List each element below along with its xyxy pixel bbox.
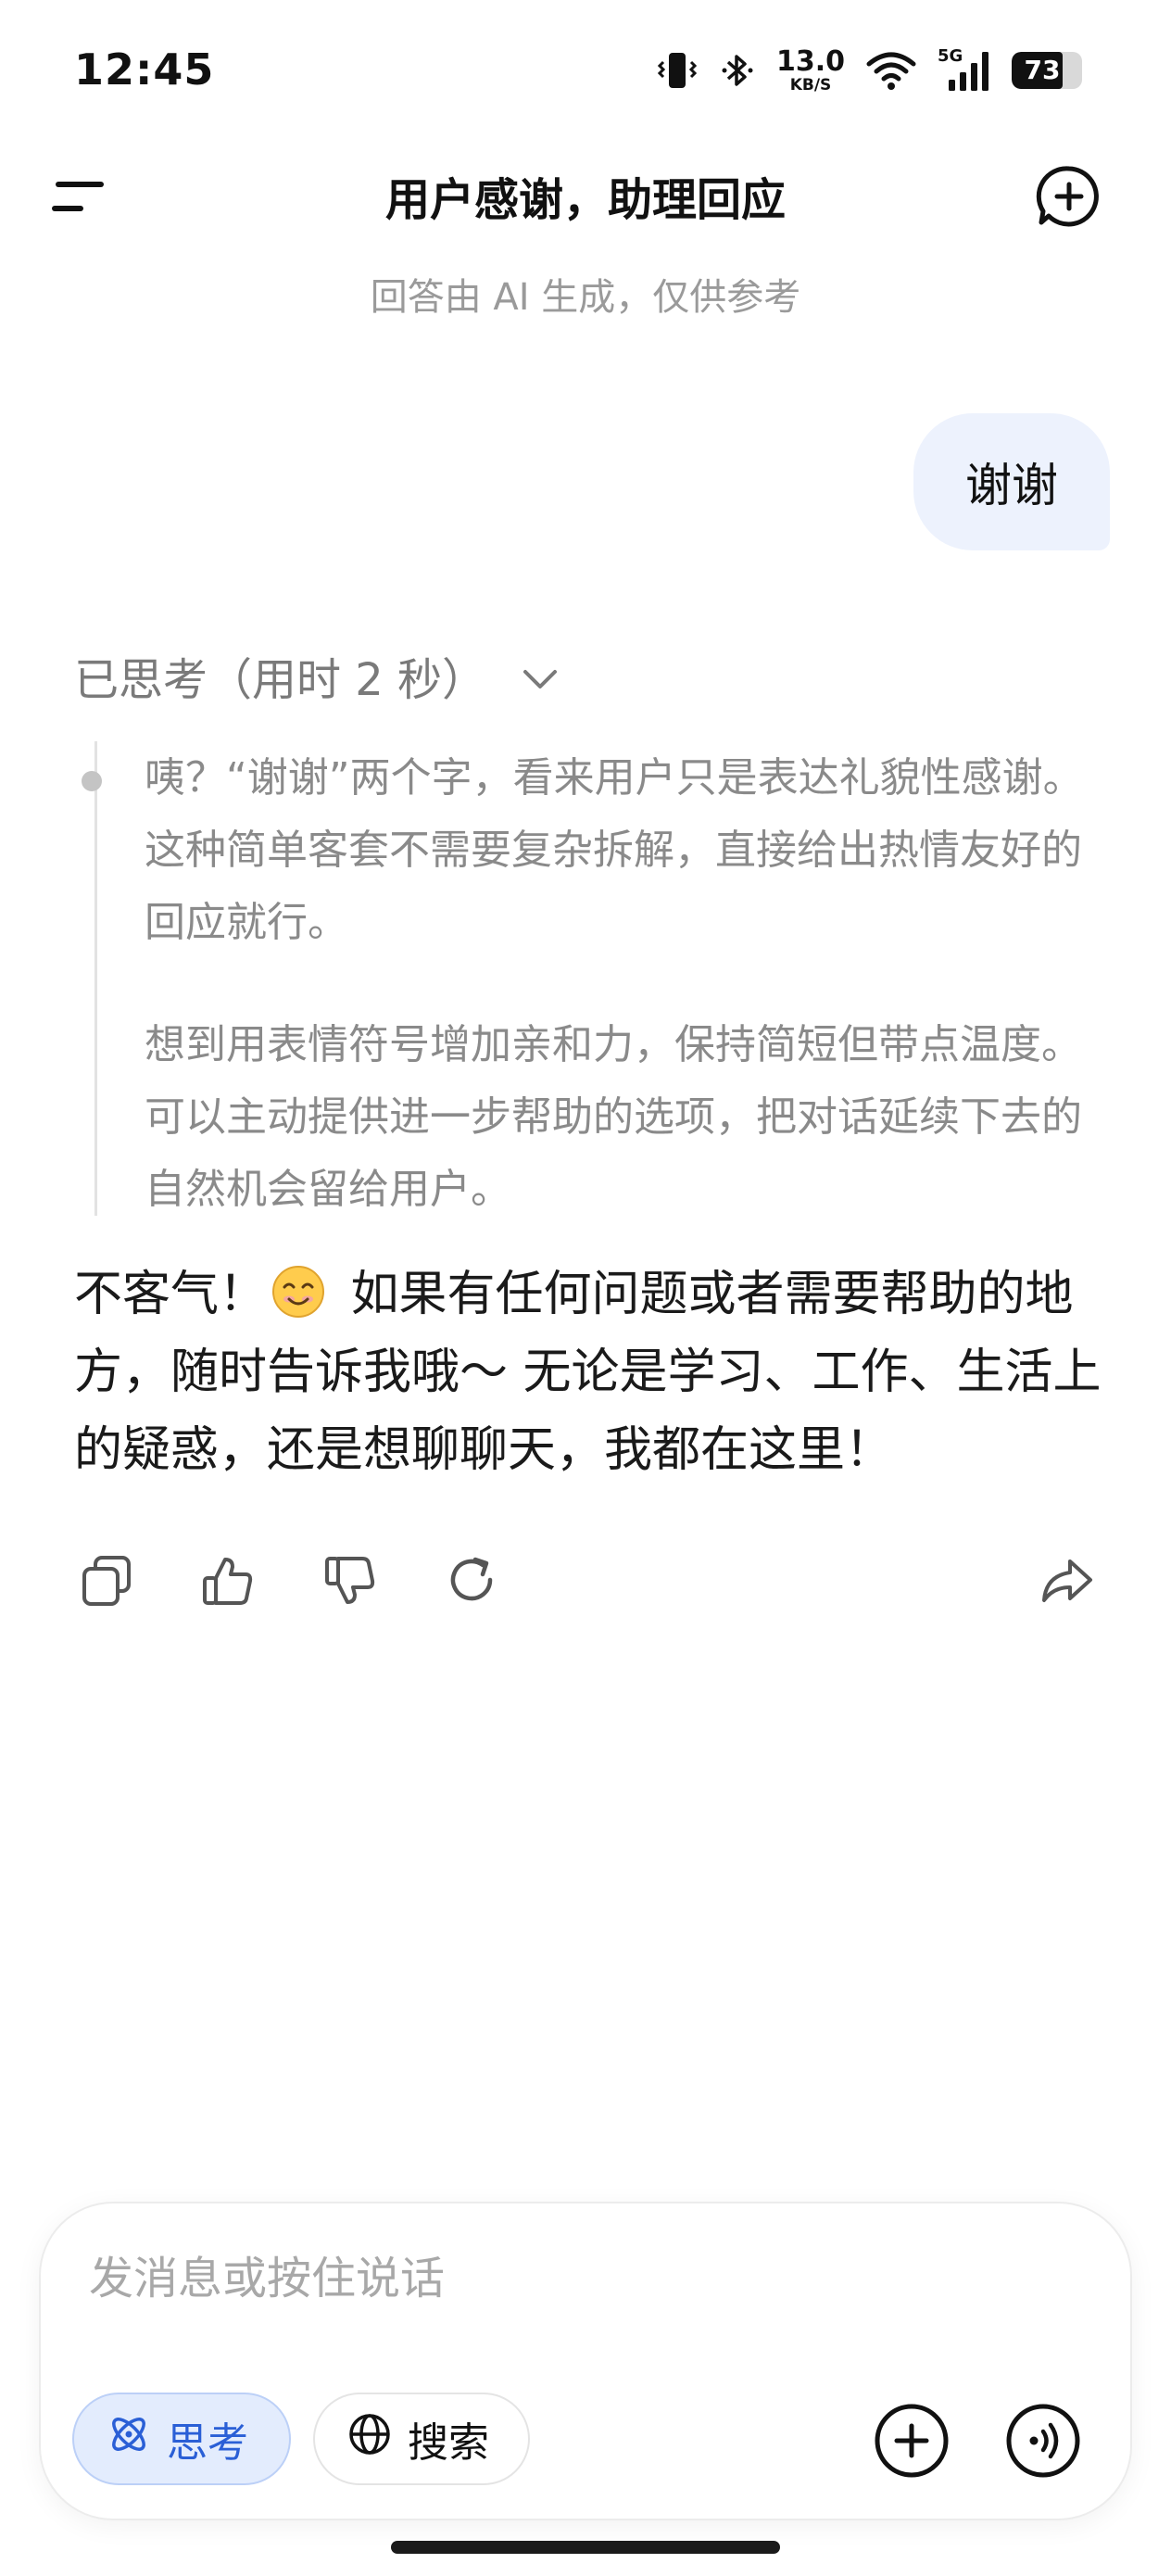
message-composer: 思考 搜索	[41, 2203, 1130, 2519]
thinking-label: 已思考（用时 2 秒）	[74, 654, 487, 706]
add-attachment-icon[interactable]	[873, 2402, 951, 2480]
share-icon[interactable]	[1034, 1547, 1101, 1614]
thinking-paragraph: 咦？“谢谢”两个字，看来用户只是表达礼貌性感谢。这种简单客套不需要复杂拆解，直接…	[145, 754, 1084, 946]
header: 用户感谢，助理回应	[0, 139, 1171, 250]
search-mode-label: 搜索	[408, 2419, 489, 2467]
status-icons: 13.0 KB/S 5G 73	[656, 43, 1082, 98]
assistant-answer: 不客气！ 如果有任何问题或者需要帮助的地方，随时告诉我哦～ 无论是学习、工作、生…	[74, 1256, 1112, 1489]
home-indicator[interactable]	[391, 2541, 780, 2554]
copy-icon[interactable]	[74, 1547, 141, 1614]
answer-text-start: 不客气！	[74, 1267, 268, 1322]
message-input[interactable]	[89, 2246, 1071, 2311]
net-speed-value: 13.0	[775, 44, 845, 78]
wifi-icon	[865, 49, 917, 92]
think-mode-button[interactable]: 思考	[72, 2393, 291, 2485]
cellular-signal-icon: 5G	[938, 48, 991, 93]
net-speed-unit: KB/S	[789, 75, 832, 95]
chevron-down-icon	[522, 650, 559, 701]
user-message-bubble: 谢谢	[913, 413, 1110, 550]
ai-disclaimer: 回答由 AI 生成，仅供参考	[370, 276, 801, 319]
smiling-face-emoji-icon	[271, 1264, 326, 1320]
status-time: 12:45	[74, 44, 215, 95]
net-speed: 13.0 KB/S	[775, 44, 845, 95]
think-mode-label: 思考	[167, 2419, 248, 2467]
voice-call-icon[interactable]	[1004, 2402, 1082, 2480]
thinking-bullet-icon	[82, 771, 102, 791]
thumbs-up-icon[interactable]	[195, 1547, 261, 1614]
thinking-toggle[interactable]: 已思考（用时 2 秒）	[74, 643, 559, 708]
menu-icon[interactable]	[48, 172, 109, 221]
thumbs-down-icon[interactable]	[317, 1547, 384, 1614]
thinking-paragraph: 想到用表情符号增加亲和力，保持简短但带点温度。可以主动提供进一步帮助的选项，把对…	[145, 1021, 1082, 1213]
new-chat-icon[interactable]	[1036, 163, 1102, 230]
message-actions	[74, 1547, 1102, 1614]
search-mode-button[interactable]: 搜索	[313, 2393, 530, 2485]
battery-percent: 73	[1024, 55, 1061, 85]
battery-icon: 73	[1012, 52, 1082, 89]
globe-icon	[346, 2411, 393, 2468]
page-title: 用户感谢，助理回应	[384, 174, 786, 226]
regenerate-icon[interactable]	[439, 1547, 506, 1614]
bluetooth-icon	[719, 49, 756, 92]
atom-icon	[106, 2411, 152, 2468]
status-bar: 12:45 13.0 KB/S 5G 73	[0, 0, 1171, 139]
vibrate-icon	[656, 49, 699, 92]
